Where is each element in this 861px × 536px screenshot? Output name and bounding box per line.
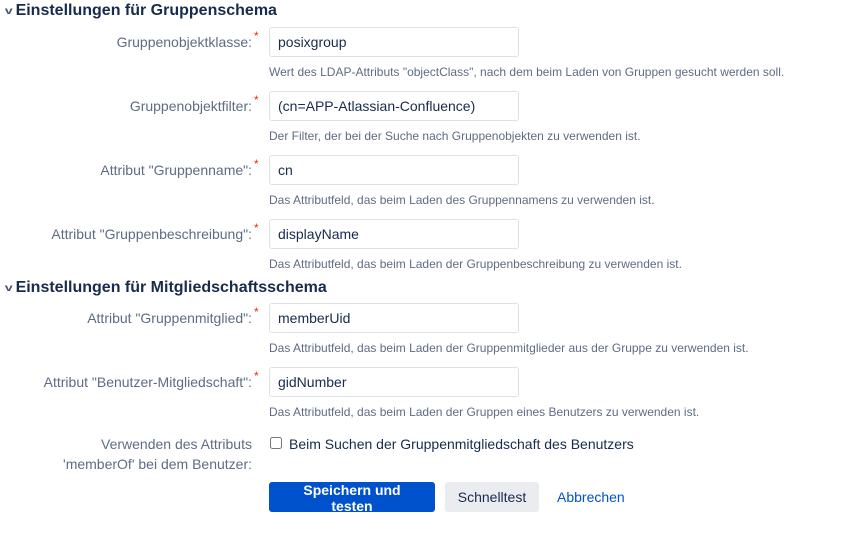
field-help: Wert des LDAP-Attributs "objectClass", n… bbox=[269, 65, 785, 79]
field-label: Attribut "Benutzer-Mitgliedschaft": bbox=[43, 374, 252, 390]
group-description-attribute-input[interactable] bbox=[269, 219, 519, 249]
field-help: Das Attributfeld, das beim Laden der Gru… bbox=[269, 405, 700, 419]
memberof-label-line: Verwenden des Attributs bbox=[101, 436, 252, 452]
memberof-label-line: 'memberOf' bei dem Benutzer: bbox=[63, 456, 252, 472]
memberof-label: Verwenden des Attributs 'memberOf' bei de… bbox=[63, 434, 252, 474]
required-mark: * bbox=[254, 29, 259, 43]
memberof-checkbox-label[interactable]: Beim Suchen der Gruppenmitgliedschaft de… bbox=[289, 434, 634, 454]
required-mark: * bbox=[254, 305, 259, 319]
chevron-down-icon: v bbox=[4, 5, 13, 17]
field-label: Attribut "Gruppenname": bbox=[100, 162, 252, 178]
required-mark: * bbox=[254, 221, 259, 235]
user-membership-attribute-input[interactable] bbox=[269, 367, 519, 397]
field-help: Das Attributfeld, das beim Laden der Gru… bbox=[269, 257, 682, 271]
field-help: Der Filter, der bei der Suche nach Grupp… bbox=[269, 129, 641, 143]
group-object-filter-input[interactable] bbox=[269, 91, 519, 121]
required-mark: * bbox=[254, 93, 259, 107]
section-title: Einstellungen für Mitgliedschaftsschema bbox=[15, 279, 327, 296]
chevron-down-icon: v bbox=[4, 282, 13, 294]
save-and-test-button[interactable]: Speichern und testen bbox=[269, 482, 435, 514]
section-header-group-schema[interactable]: v Einstellungen für Gruppenschema bbox=[4, 2, 277, 20]
field-help: Das Attributfeld, das beim Laden des Gru… bbox=[269, 193, 655, 207]
memberof-checkbox[interactable] bbox=[270, 437, 282, 449]
field-label: Gruppenobjektfilter: bbox=[129, 98, 252, 114]
field-label: Attribut "Gruppenbeschreibung": bbox=[51, 226, 252, 242]
section-title: Einstellungen für Gruppenschema bbox=[15, 2, 277, 19]
group-object-class-input[interactable] bbox=[269, 27, 519, 57]
field-label: Gruppenobjektklasse: bbox=[116, 34, 252, 50]
required-mark: * bbox=[254, 369, 259, 383]
group-member-attribute-input[interactable] bbox=[269, 303, 519, 333]
group-name-attribute-input[interactable] bbox=[269, 155, 519, 185]
section-header-membership-schema[interactable]: v Einstellungen für Mitgliedschaftsschema bbox=[4, 279, 327, 297]
cancel-link[interactable]: Abbrechen bbox=[545, 482, 637, 512]
quick-test-button[interactable]: Schnelltest bbox=[445, 482, 539, 512]
required-mark: * bbox=[254, 157, 259, 171]
field-help: Das Attributfeld, das beim Laden der Gru… bbox=[269, 341, 749, 355]
field-label: Attribut "Gruppenmitglied": bbox=[87, 310, 252, 326]
